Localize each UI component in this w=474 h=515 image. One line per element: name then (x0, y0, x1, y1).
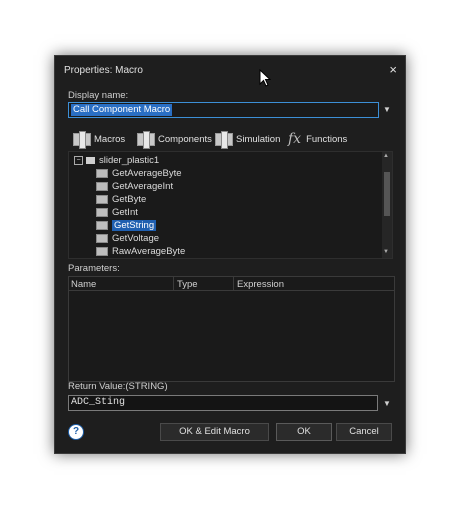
column-type[interactable]: Type (177, 279, 198, 290)
mouse-cursor-icon (259, 69, 271, 87)
title-bar: Properties: Macro × (55, 56, 405, 84)
tree-item-rawaveragebyte[interactable]: RawAverageByte (96, 245, 185, 258)
dialog-title: Properties: Macro (64, 65, 143, 76)
macro-icon (96, 169, 108, 178)
scrollbar-thumb[interactable] (384, 172, 390, 216)
tree-item-label: GetString (112, 220, 157, 231)
tab-functions[interactable]: fx Functions (288, 130, 347, 148)
tree-item-label: GetInt (112, 207, 138, 218)
macro-icon (96, 247, 108, 256)
macro-icon (96, 182, 108, 191)
macro-icon (96, 221, 108, 230)
parameters-label: Parameters: (68, 263, 120, 274)
tab-macros[interactable]: Macros (73, 130, 126, 149)
component-icon (73, 130, 91, 149)
tab-label: Simulation (236, 133, 281, 145)
return-value-input[interactable]: ADC_Sting (68, 395, 378, 411)
column-divider (173, 277, 174, 290)
cancel-button[interactable]: Cancel (336, 423, 392, 441)
parameters-header: Name Type Expression (69, 277, 394, 291)
tree-item-label: GetAverageByte (112, 168, 182, 179)
close-icon[interactable]: × (389, 62, 397, 77)
scroll-down-icon[interactable]: ▼ (383, 249, 389, 255)
fx-icon: fx (288, 131, 302, 147)
display-name-input[interactable]: Call Component Macro (68, 102, 379, 118)
tree-item-getvoltage[interactable]: GetVoltage (96, 232, 159, 245)
ok-edit-macro-button[interactable]: OK & Edit Macro (160, 423, 269, 441)
ok-button[interactable]: OK (276, 423, 332, 441)
tree-item-getbyte[interactable]: GetByte (96, 193, 146, 206)
display-name-label: Display name: (68, 90, 129, 101)
tree-root-slider-plastic1[interactable]: − slider_plastic1 (74, 154, 159, 167)
tree-item-label: GetByte (112, 194, 147, 205)
tab-label: Macros (94, 133, 126, 145)
macro-icon (96, 208, 108, 217)
tree-scrollbar[interactable]: ▲ ▼ (382, 152, 392, 258)
tree-item-getaverageint[interactable]: GetAverageInt (96, 180, 173, 193)
return-value-label: Return Value:(STRING) (68, 381, 168, 392)
help-icon[interactable]: ? (68, 424, 84, 440)
tree-item-label: GetVoltage (112, 233, 160, 244)
scroll-up-icon[interactable]: ▲ (383, 153, 389, 159)
tree-root-label: slider_plastic1 (99, 155, 160, 166)
macro-icon (96, 234, 108, 243)
display-name-dropdown-icon[interactable]: ▼ (383, 105, 391, 114)
component-icon (137, 130, 155, 149)
parameters-table[interactable]: Name Type Expression (68, 276, 395, 382)
column-divider (233, 277, 234, 290)
return-value-text: ADC_Sting (71, 397, 126, 408)
tree-item-label: GetAverageInt (112, 181, 174, 192)
component-icon (215, 130, 233, 149)
return-value-dropdown-icon[interactable]: ▼ (383, 399, 391, 408)
tab-label: Components (158, 133, 212, 145)
column-name[interactable]: Name (71, 279, 96, 290)
tab-components[interactable]: Components (137, 130, 212, 149)
tree-item-label: RawAverageByte (112, 246, 186, 257)
display-name-value: Call Component Macro (71, 104, 173, 116)
macro-properties-dialog: Properties: Macro × Display name: Call C… (54, 55, 406, 454)
macro-icon (96, 195, 108, 204)
tree-item-getaveragebyte[interactable]: GetAverageByte (96, 167, 182, 180)
tree-item-getstring[interactable]: GetString (96, 219, 157, 232)
tab-label: Functions (306, 133, 348, 145)
collapse-icon[interactable]: − (74, 156, 83, 165)
column-expression[interactable]: Expression (237, 279, 284, 290)
tree-item-getint[interactable]: GetInt (96, 206, 138, 219)
tab-simulation[interactable]: Simulation (215, 130, 281, 149)
folder-icon (86, 157, 95, 164)
macro-tree[interactable]: − slider_plastic1 GetAverageByte GetAver… (68, 151, 393, 259)
